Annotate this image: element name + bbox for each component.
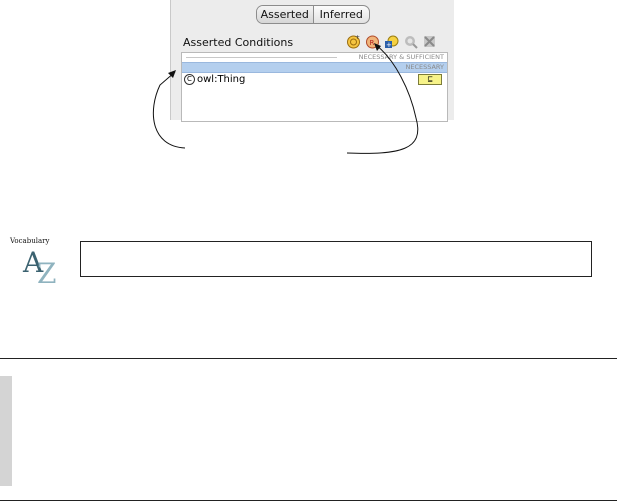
arrow-to-necessary xyxy=(152,71,186,149)
callout-arrows xyxy=(152,43,419,154)
vocabulary-textbox xyxy=(80,241,592,277)
section-rule-bottom xyxy=(0,500,617,501)
section-rule-top xyxy=(0,358,617,359)
side-bar xyxy=(0,376,12,486)
vocabulary-logo: Vocabulary A Z xyxy=(8,237,63,290)
vocabulary-letter-z: Z xyxy=(37,257,57,290)
arrow-to-restriction xyxy=(346,44,419,154)
vocabulary-label: Vocabulary xyxy=(10,237,50,245)
arrowhead-restriction xyxy=(374,43,381,51)
